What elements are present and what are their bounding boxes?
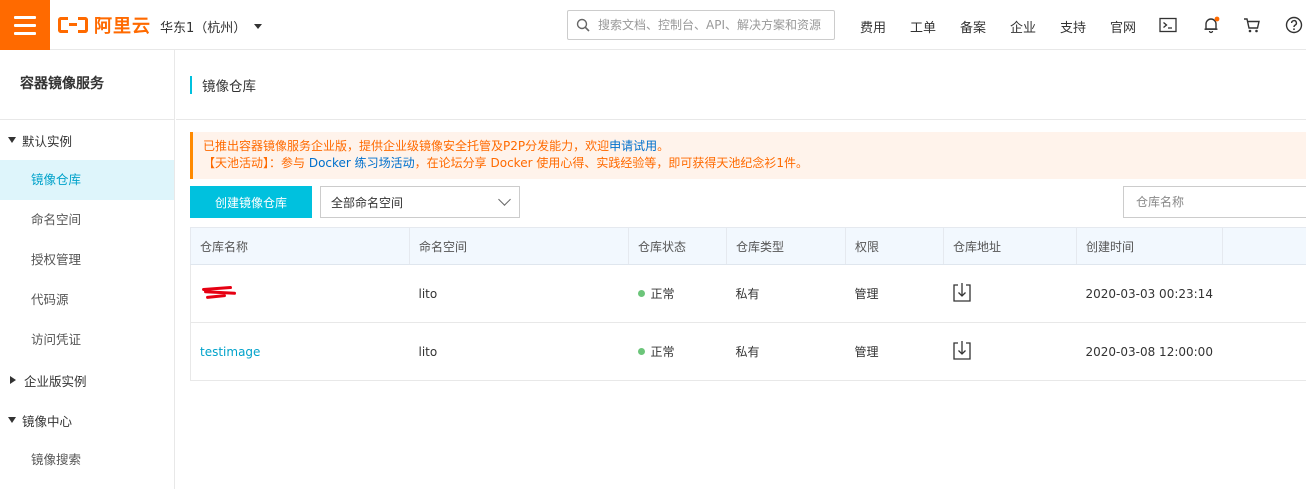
page-title: 镜像仓库: [202, 78, 256, 95]
repository-table: 仓库名称 命名空间 仓库状态 仓库类型 权限 仓库地址 创建时间 lito 正常…: [190, 227, 1306, 381]
manage-link[interactable]: 管理: [855, 287, 879, 301]
nav-official-site[interactable]: 官网: [1110, 17, 1136, 36]
global-search-input[interactable]: [598, 18, 828, 32]
nav-icp-filing[interactable]: 备案: [960, 17, 986, 36]
sidebar-group-enterprise-instance[interactable]: 企业版实例: [0, 360, 174, 400]
column-header-repo-name: 仓库名称: [190, 227, 410, 265]
namespace-cell: lito: [418, 286, 438, 301]
column-header-status: 仓库状态: [628, 227, 727, 265]
title-accent-bar: [190, 75, 192, 94]
namespace-select[interactable]: 全部命名空间: [320, 186, 520, 218]
repo-name-link[interactable]: testimage: [200, 345, 260, 359]
aliyun-logo[interactable]: 阿里云: [58, 13, 151, 37]
search-icon: [576, 18, 590, 32]
permission-cell: 管理: [846, 265, 944, 323]
created-time-cell: 2020-03-03 00:23:14: [1085, 286, 1213, 301]
status-badge: 正常: [637, 285, 675, 302]
notice-text: 。: [657, 139, 670, 153]
actions-cell: [1222, 264, 1306, 323]
caret-down-icon: [254, 24, 263, 29]
top-navbar: 阿里云 华东1（杭州） 费用 工单 备案 企业 支持 官网: [0, 0, 1306, 50]
sidebar-item-authorization[interactable]: 授权管理: [0, 240, 174, 280]
global-search[interactable]: [567, 10, 835, 40]
sidebar-item-repositories[interactable]: 镜像仓库: [0, 160, 174, 200]
sidebar-item-code-source[interactable]: 代码源: [0, 280, 174, 320]
namespace-cell: lito: [418, 344, 438, 359]
repository-name-search-input[interactable]: [1123, 186, 1306, 218]
nav-fees[interactable]: 费用: [860, 17, 886, 36]
menu-line: [14, 15, 36, 19]
help-icon[interactable]: [1284, 15, 1304, 35]
aliyun-logo-icon: [58, 17, 88, 33]
main-content: 镜像仓库 已推出容器镜像服务企业版，提供企业级镜像安全托管及P2P分发能力，欢迎…: [176, 50, 1306, 489]
region-selector[interactable]: 华东1（杭州）: [160, 17, 263, 36]
caret-right-icon: [10, 376, 16, 384]
status-text: 正常: [650, 345, 675, 359]
notice-text: 【天池活动】：参与: [203, 156, 309, 170]
sidebar-item-access-credentials[interactable]: 访问凭证: [0, 320, 174, 360]
menu-line: [14, 31, 36, 35]
sidebar-title: 容器镜像服务: [0, 50, 174, 120]
address-cell: [944, 323, 1077, 381]
column-header-actions: [1222, 227, 1306, 265]
notice-text: 已推出容器镜像服务企业版，提供企业级镜像安全托管及P2P分发能力，欢迎: [203, 139, 610, 153]
create-repository-button[interactable]: 创建镜像仓库: [190, 186, 312, 218]
repo-name-cell[interactable]: [190, 264, 410, 323]
type-cell: 私有: [735, 287, 760, 301]
column-header-namespace: 命名空间: [409, 227, 629, 265]
column-header-created: 创建时间: [1076, 227, 1223, 265]
status-badge: 正常: [637, 343, 675, 360]
redacted-repo-name[interactable]: [200, 285, 237, 300]
docker-playground-link[interactable]: Docker 练习场活动: [309, 156, 415, 170]
table-row: testimage lito 正常 私有 管理 2020-03-08 12:00…: [190, 322, 1306, 381]
status-dot-icon: [637, 290, 645, 297]
status-dot-icon: [637, 348, 645, 355]
region-label: 华东1（杭州）: [160, 21, 247, 36]
notice-banner: 已推出容器镜像服务企业版，提供企业级镜像安全托管及P2P分发能力，欢迎申请试用。…: [190, 132, 1306, 179]
manage-link[interactable]: 管理: [855, 345, 879, 359]
type-cell: 私有: [735, 345, 760, 359]
logo-text: 阿里云: [94, 16, 151, 37]
repo-name-cell: testimage: [190, 322, 410, 381]
chevron-down-icon: [498, 193, 511, 206]
cart-icon[interactable]: [1242, 15, 1262, 35]
status-cell: 正常: [629, 323, 727, 381]
created-time-cell: 2020-03-08 12:00:00: [1085, 344, 1213, 359]
nav-support[interactable]: 支持: [1060, 17, 1086, 36]
actions-cell: [1222, 322, 1306, 381]
sidebar-group-label: 镜像中心: [22, 413, 73, 429]
apply-trial-link[interactable]: 申请试用: [609, 139, 657, 153]
table-header-row: 仓库名称 命名空间 仓库状态 仓库类型 权限 仓库地址 创建时间: [190, 227, 1306, 265]
caret-down-icon: [8, 137, 16, 143]
column-header-type: 仓库类型: [726, 227, 846, 265]
sidebar-group-image-center[interactable]: 镜像中心: [0, 400, 174, 440]
menu-line: [14, 23, 36, 27]
notice-line-1: 已推出容器镜像服务企业版，提供企业级镜像安全托管及P2P分发能力，欢迎申请试用。: [203, 138, 1306, 155]
address-cell: [944, 265, 1077, 323]
download-icon[interactable]: [952, 282, 971, 302]
status-cell: 正常: [629, 265, 727, 323]
nav-enterprise[interactable]: 企业: [1010, 17, 1036, 36]
page-header: 镜像仓库: [176, 50, 1306, 120]
nav-tickets[interactable]: 工单: [910, 17, 936, 36]
hamburger-menu-button[interactable]: [0, 0, 50, 50]
terminal-icon[interactable]: [1158, 15, 1178, 35]
table-row: lito 正常 私有 管理 2020-03-03 00:23:14: [190, 264, 1306, 323]
sidebar-group-label: 企业版实例: [24, 373, 87, 389]
sidebar: 容器镜像服务 默认实例 镜像仓库 命名空间 授权管理 代码源 访问凭证 企业版实…: [0, 50, 175, 489]
sidebar-item-namespaces[interactable]: 命名空间: [0, 200, 174, 240]
caret-down-icon: [8, 417, 16, 423]
column-header-permission: 权限: [845, 227, 944, 265]
download-icon[interactable]: [952, 340, 971, 360]
permission-cell: 管理: [846, 323, 944, 381]
sidebar-item-image-search[interactable]: 镜像搜索: [0, 440, 174, 480]
bell-icon[interactable]: [1201, 15, 1221, 35]
sidebar-group-label: 默认实例: [22, 133, 73, 149]
namespace-select-value: 全部命名空间: [331, 195, 404, 210]
column-header-address: 仓库地址: [943, 227, 1077, 265]
notice-text: ，在论坛分享 Docker 使用心得、实践经验等，即可获得天池纪念衫1件。: [414, 156, 808, 170]
status-text: 正常: [650, 287, 675, 301]
notice-line-2: 【天池活动】：参与 Docker 练习场活动，在论坛分享 Docker 使用心得…: [203, 155, 1306, 172]
sidebar-group-default-instance[interactable]: 默认实例: [0, 120, 174, 160]
